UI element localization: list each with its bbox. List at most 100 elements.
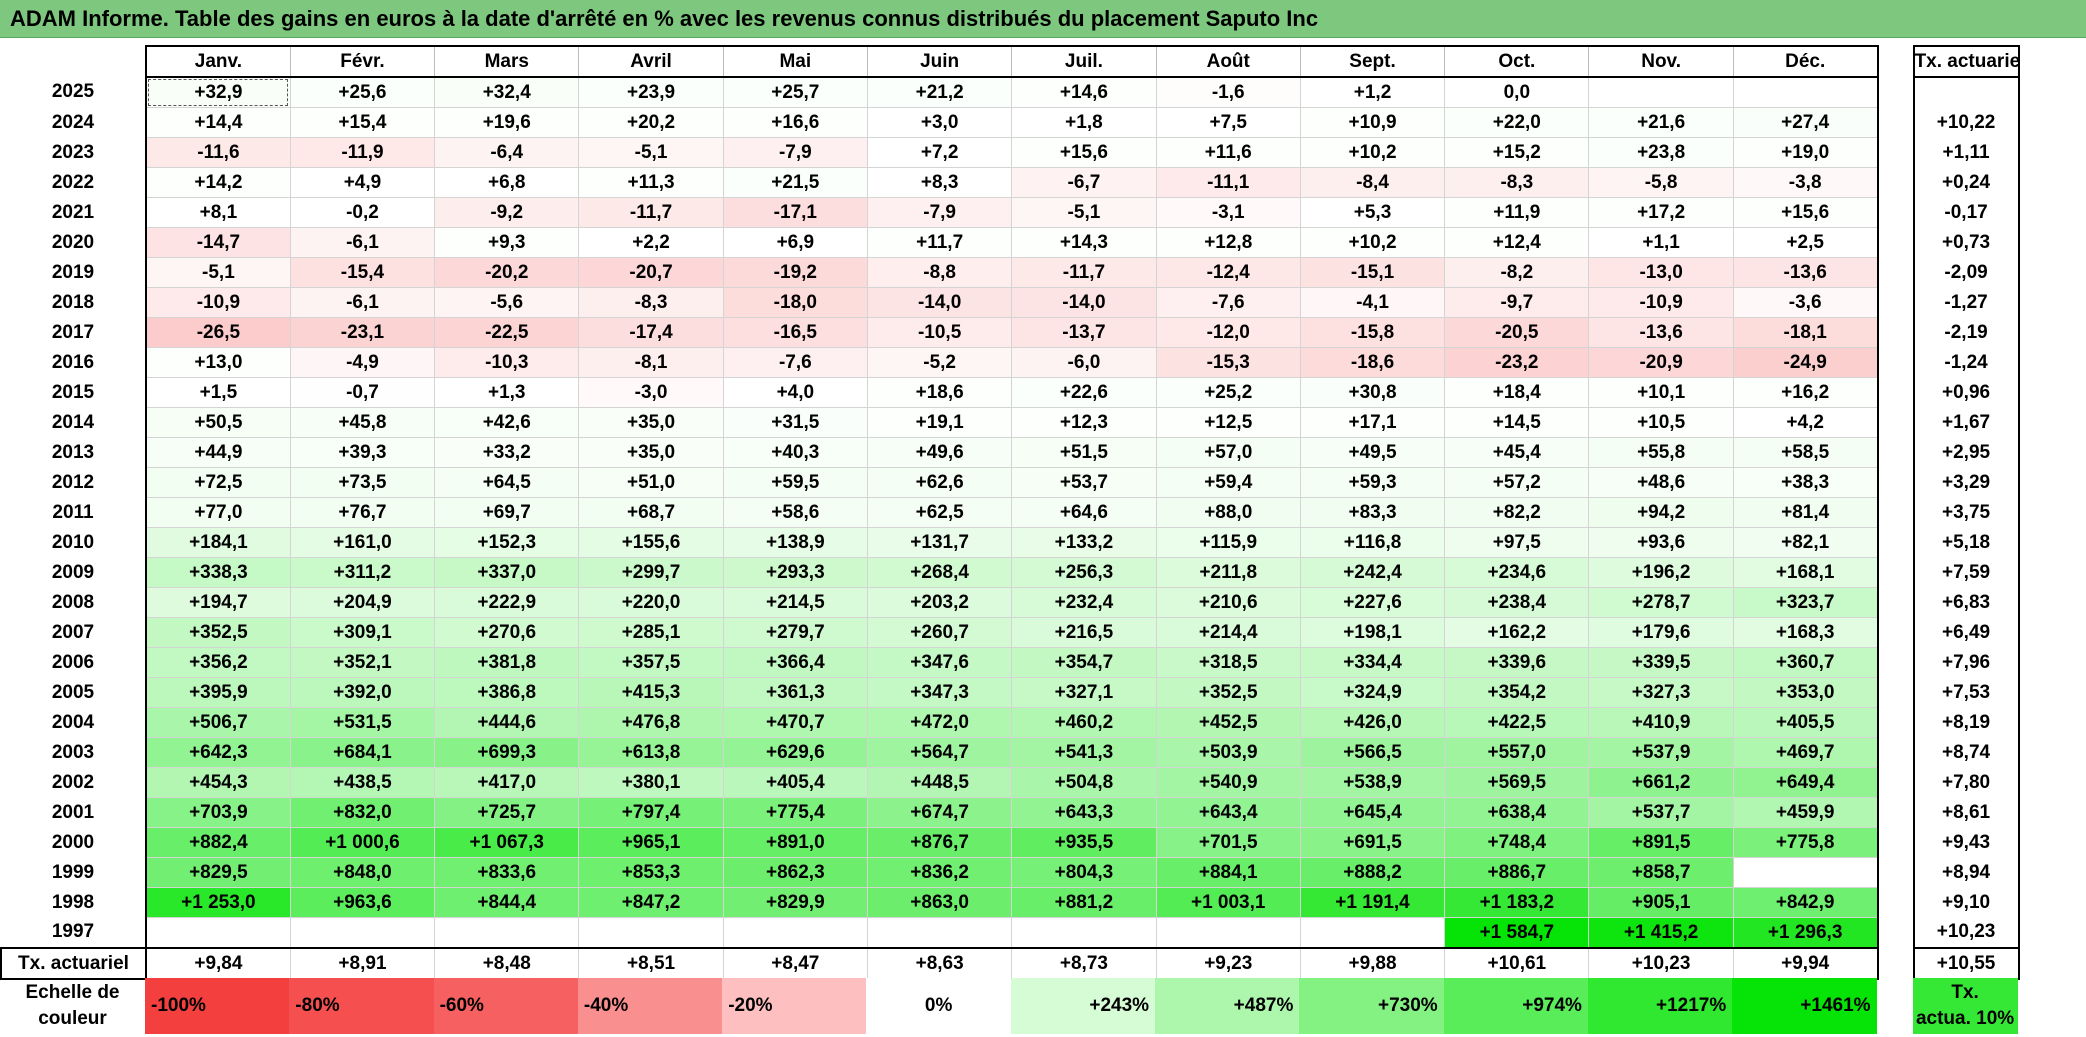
year-row: 2001 +703,9 +832,0 +725,7 +797,4 +775,4 +674,7…	[1, 797, 2020, 828]
gain-cell: +15,6	[1011, 137, 1157, 168]
gain-cell: +661,2	[1588, 767, 1734, 798]
gain-cell: +256,3	[1011, 557, 1157, 588]
color-scale-row: Echelle de couleur -100% -80% -60% -40% -20% 0%…	[0, 978, 2018, 1034]
gain-cell: +204,9	[290, 587, 436, 618]
gain-cell: -12,0	[1156, 317, 1301, 348]
tx-cell: +6,83	[1912, 587, 2020, 618]
gain-cell: -16,5	[723, 317, 868, 348]
tx-cell: +8,94	[1912, 857, 2020, 888]
year-row: 2012 +72,5 +73,5 +64,5 +51,0 +59,5 +62,6 +53,7 +…	[1, 467, 2020, 498]
gain-cell: +829,5	[144, 857, 291, 888]
gain-cell: -23,1	[290, 317, 436, 348]
tx-cell: +9,43	[1912, 827, 2020, 858]
gain-cell: +405,4	[723, 767, 868, 798]
gain-cell: +73,5	[290, 467, 436, 498]
spacer	[1877, 107, 1914, 138]
gain-cell: -22,5	[434, 317, 580, 348]
gain-cell: +629,6	[723, 737, 868, 768]
gain-cell: +94,2	[1588, 497, 1734, 528]
spacer	[1877, 497, 1914, 528]
tx-cell: +6,49	[1912, 617, 2020, 648]
tx-cell: +0,73	[1912, 227, 2020, 258]
gain-cell: +327,3	[1588, 677, 1734, 708]
gain-cell: +334,4	[1300, 647, 1446, 678]
gain-cell: +643,3	[1011, 797, 1157, 828]
year-label: 2021	[51, 201, 95, 223]
gain-cell: +472,0	[867, 707, 1013, 738]
gain-cell: -8,4	[1300, 167, 1446, 198]
year-row: 2011 +77,0 +76,7 +69,7 +68,7 +58,6 +62,5 +64,6 +…	[1, 497, 2020, 528]
gain-cell: +22,0	[1444, 107, 1590, 138]
gain-cell: +541,3	[1011, 737, 1157, 768]
gain-cell: +55,8	[1588, 437, 1734, 468]
gain-cell: +162,2	[1444, 617, 1590, 648]
gain-cell: +357,5	[578, 647, 724, 678]
gain-cell: +531,5	[290, 707, 436, 738]
year-row: 2024 +14,4 +15,4 +19,6 +20,2 +16,6 +3,0 +1,8 +7,…	[1, 107, 2020, 138]
gain-cell: +366,4	[723, 647, 868, 678]
gain-cell: +1 000,6	[290, 827, 436, 858]
month-header: Sept.	[1300, 45, 1446, 78]
spacer	[1877, 978, 1913, 1034]
summary-cell: +8,91	[290, 947, 436, 980]
gain-cell	[1733, 857, 1879, 888]
gain-cell: +32,9	[144, 77, 291, 108]
gain-cell: +347,3	[867, 677, 1013, 708]
gain-cell: +699,3	[434, 737, 580, 768]
gain-cell: +49,5	[1300, 437, 1446, 468]
gain-cell: +11,3	[578, 167, 724, 198]
spacer	[1877, 617, 1914, 648]
gain-cell: +17,1	[1300, 407, 1446, 438]
gain-cell: +10,9	[1300, 107, 1446, 138]
gain-cell: +309,1	[290, 617, 436, 648]
gain-cell: +881,2	[1011, 887, 1157, 918]
gain-cell: +50,5	[144, 407, 291, 438]
spacer	[1877, 827, 1914, 858]
gain-cell: +380,1	[578, 767, 724, 798]
tx-cell: +10,23	[1912, 917, 2020, 949]
gain-cell: +203,2	[867, 587, 1013, 618]
gain-cell: +59,4	[1156, 467, 1301, 498]
spacer	[1877, 377, 1914, 408]
summary-tx-cell: +10,55	[1912, 947, 2020, 980]
gain-cell: +242,4	[1300, 557, 1446, 588]
gain-cell: -11,7	[578, 197, 724, 228]
gain-cell: +844,4	[434, 887, 580, 918]
gain-cell: +82,2	[1444, 497, 1590, 528]
gain-cell: +14,5	[1444, 407, 1590, 438]
gain-cell: -5,8	[1588, 167, 1734, 198]
tx-cell: -2,09	[1912, 257, 2020, 288]
gain-cell: +57,2	[1444, 467, 1590, 498]
gain-cell: +506,7	[144, 707, 291, 738]
scale-tx-swatch: Tx. actua. 10%	[1912, 978, 2018, 1034]
gain-cell: +25,6	[290, 77, 436, 108]
gain-cell: -6,0	[1011, 347, 1157, 378]
spacer	[1877, 77, 1914, 108]
gain-cell	[1733, 77, 1879, 108]
gain-cell: -20,9	[1588, 347, 1734, 378]
scale-swatch: +243%	[1010, 978, 1156, 1034]
gain-cell: -8,3	[578, 287, 724, 318]
year-row: 2015 +1,5 -0,7 +1,3 -3,0 +4,0 +18,6 +22,6 +25,2 +…	[1, 377, 2020, 408]
gain-cell: -1,6	[1156, 77, 1301, 108]
gain-cell: -10,5	[867, 317, 1013, 348]
spacer	[1877, 467, 1914, 498]
scale-swatch: +974%	[1443, 978, 1588, 1034]
gain-cell: +21,5	[723, 167, 868, 198]
gain-cell: +537,9	[1588, 737, 1734, 768]
gain-cell: -15,1	[1300, 257, 1446, 288]
gain-cell: -8,3	[1444, 167, 1590, 198]
gain-cell: +88,0	[1156, 497, 1301, 528]
gain-cell: -17,1	[723, 197, 868, 228]
header-corner	[1, 46, 146, 77]
spacer	[1877, 797, 1914, 828]
gain-cell: +15,4	[290, 107, 436, 138]
gain-cell: +293,3	[723, 557, 868, 588]
month-header: Juil.	[1011, 45, 1157, 78]
year-row: 1999 +829,5 +848,0 +833,6 +853,3 +862,3 +836,2…	[1, 857, 2020, 888]
gain-cell: +16,6	[723, 107, 868, 138]
scale-swatch: +1217%	[1587, 978, 1733, 1034]
gain-cell: +4,2	[1733, 407, 1879, 438]
gain-cell: -8,2	[1444, 257, 1590, 288]
gain-cell: -18,6	[1300, 347, 1446, 378]
